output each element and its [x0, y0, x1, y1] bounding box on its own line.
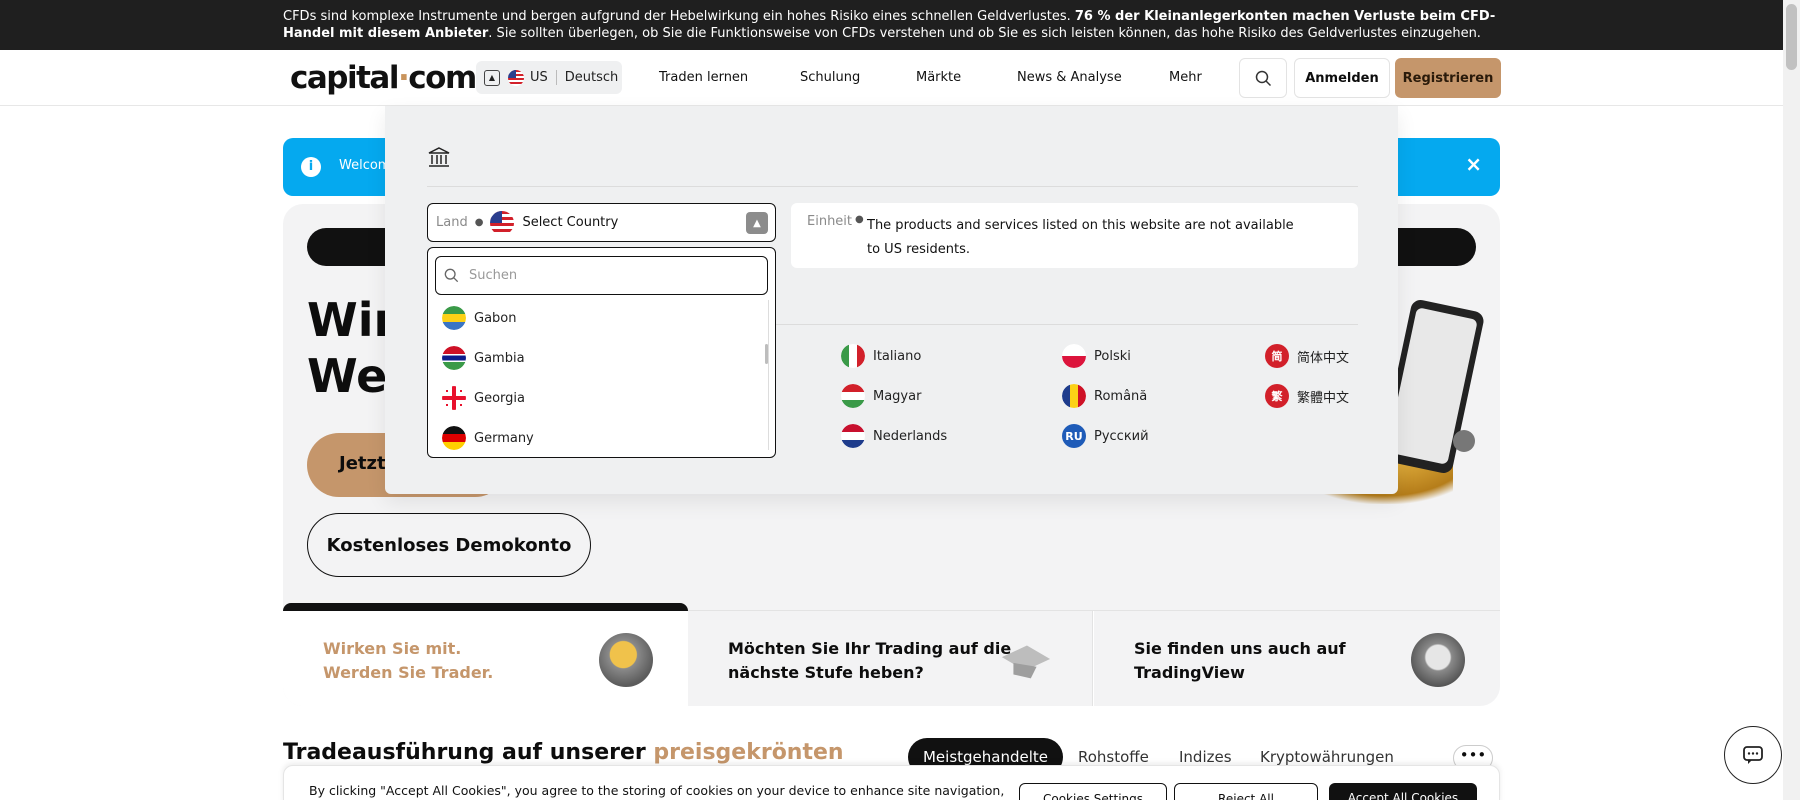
language-simplified-chinese[interactable]: 简 简体中文: [1265, 344, 1349, 368]
nav-traden-lernen[interactable]: Traden lernen: [659, 70, 748, 85]
unit-text: The products and services listed on this…: [867, 218, 1294, 257]
reject-all-button[interactable]: Reject All: [1174, 783, 1318, 800]
country-search-input[interactable]: Suchen: [435, 256, 768, 295]
georgia-flag-icon: [442, 386, 466, 410]
language-nederlands[interactable]: Nederlands: [841, 424, 947, 448]
capital-com-logo[interactable]: capital·com: [290, 60, 477, 96]
poland-flag-icon: [1062, 344, 1086, 368]
country-option-gambia[interactable]: Gambia: [442, 346, 525, 370]
search-icon: [444, 268, 459, 283]
welcome-text: Welcom: [339, 158, 391, 173]
language-polski[interactable]: Polski: [1062, 344, 1131, 368]
language-label: Deutsch: [564, 70, 619, 85]
country-option-gabon[interactable]: Gabon: [442, 306, 517, 330]
coin-illustration: [1453, 430, 1475, 452]
us-flag-icon: [490, 210, 515, 235]
risk-text-pre: CFDs sind komplexe Instrumente und berge…: [283, 9, 1075, 24]
risk-text-post: . Sie sollten überlegen, ob Sie die Funk…: [488, 26, 1481, 41]
arrows-up-down-icon: [599, 633, 653, 687]
search-button[interactable]: [1239, 58, 1287, 98]
divider: [427, 186, 1358, 187]
italy-flag-icon: [841, 344, 865, 368]
language-italiano[interactable]: Italiano: [841, 344, 921, 368]
germany-flag-icon: [442, 426, 466, 450]
feature-card-trader[interactable]: Wirken Sie mit. Werden Sie Trader.: [283, 603, 688, 706]
section-title: Tradeausführung auf unserer preisgekrönt…: [283, 740, 844, 765]
language-romana[interactable]: Română: [1062, 384, 1147, 408]
chat-button[interactable]: [1724, 726, 1782, 784]
search-placeholder: Suchen: [469, 268, 518, 283]
cookie-text: By clicking "Accept All Cookies", you ag…: [309, 783, 1005, 798]
us-flag-icon: [508, 69, 524, 86]
country-option-germany[interactable]: Germany: [442, 426, 534, 450]
site-header: capital·com ▲ US Deutsch Traden lernen S…: [0, 50, 1783, 106]
chat-icon: [1743, 746, 1763, 764]
close-icon[interactable]: ×: [1465, 152, 1482, 176]
language-magyar[interactable]: Magyar: [841, 384, 921, 408]
search-icon: [1255, 70, 1271, 86]
unit-info-box: Einheit ● The products and services list…: [791, 203, 1358, 268]
chevron-up-icon[interactable]: ▲: [746, 212, 768, 234]
card-tab-indicator: [283, 603, 688, 611]
feature-card-tradingview[interactable]: Sie finden uns auch auf TradingView: [1094, 611, 1500, 706]
hero-headline: Wir We: [307, 293, 397, 403]
risk-warning-bar: CFDs sind komplexe Instrumente und berge…: [0, 0, 1783, 50]
scrollbar-thumb[interactable]: [1786, 4, 1797, 70]
romania-flag-icon: [1062, 384, 1086, 408]
nav-news-analyse[interactable]: News & Analyse: [1017, 70, 1122, 85]
country-option-georgia[interactable]: Georgia: [442, 386, 525, 410]
country-dropdown-list: Suchen Gabon Gambia Georgia Germany: [427, 247, 776, 458]
language-russkiy[interactable]: RU Русский: [1062, 424, 1149, 448]
unit-label: Einheit: [807, 214, 853, 229]
bank-icon: [428, 147, 450, 167]
region-language-dropdown: Land ● Select Country ▲ Einheit ● The pr…: [385, 106, 1398, 494]
ru-badge-icon: RU: [1062, 424, 1086, 448]
netherlands-flag-icon: [841, 424, 865, 448]
region-language-selector[interactable]: ▲ US Deutsch: [476, 61, 622, 94]
dropdown-scroll-thumb[interactable]: [765, 344, 768, 364]
country-value: Select Country: [522, 215, 619, 230]
country-select[interactable]: Land ● Select Country ▲: [427, 203, 776, 242]
info-icon: i: [301, 157, 321, 177]
dropdown-scroll-track[interactable]: [768, 300, 769, 450]
register-button[interactable]: Registrieren: [1395, 58, 1501, 98]
page-scrollbar[interactable]: [1783, 0, 1800, 800]
cookies-settings-button[interactable]: Cookies Settings: [1019, 783, 1167, 800]
region-code: US: [530, 70, 548, 85]
login-button[interactable]: Anmelden: [1294, 58, 1390, 98]
cookie-banner: By clicking "Accept All Cookies", you ag…: [283, 765, 1500, 800]
demo-account-button[interactable]: Kostenloses Demokonto: [307, 513, 591, 577]
nav-maerkte[interactable]: Märkte: [916, 70, 961, 85]
divider: [555, 70, 557, 85]
language-traditional-chinese[interactable]: 繁 繁體中文: [1265, 384, 1349, 408]
chevron-up-icon: ▲: [484, 69, 500, 86]
country-label: Land: [436, 215, 468, 230]
nav-schulung[interactable]: Schulung: [800, 70, 860, 85]
feature-card-next-level[interactable]: Möchten Sie Ihr Trading auf die nächste S…: [688, 611, 1093, 706]
nav-mehr[interactable]: Mehr: [1169, 70, 1202, 85]
tradingview-icon: [1411, 633, 1465, 687]
gabon-flag-icon: [442, 306, 466, 330]
feature-cards: Wirken Sie mit. Werden Sie Trader. Möchte…: [283, 603, 1500, 706]
hungary-flag-icon: [841, 384, 865, 408]
traditional-chinese-badge-icon: 繁: [1265, 384, 1289, 408]
gambia-flag-icon: [442, 346, 466, 370]
accept-all-cookies-button[interactable]: Accept All Cookies: [1329, 783, 1477, 800]
simplified-chinese-badge-icon: 简: [1265, 344, 1289, 368]
graduation-cap-icon: [1001, 645, 1051, 679]
